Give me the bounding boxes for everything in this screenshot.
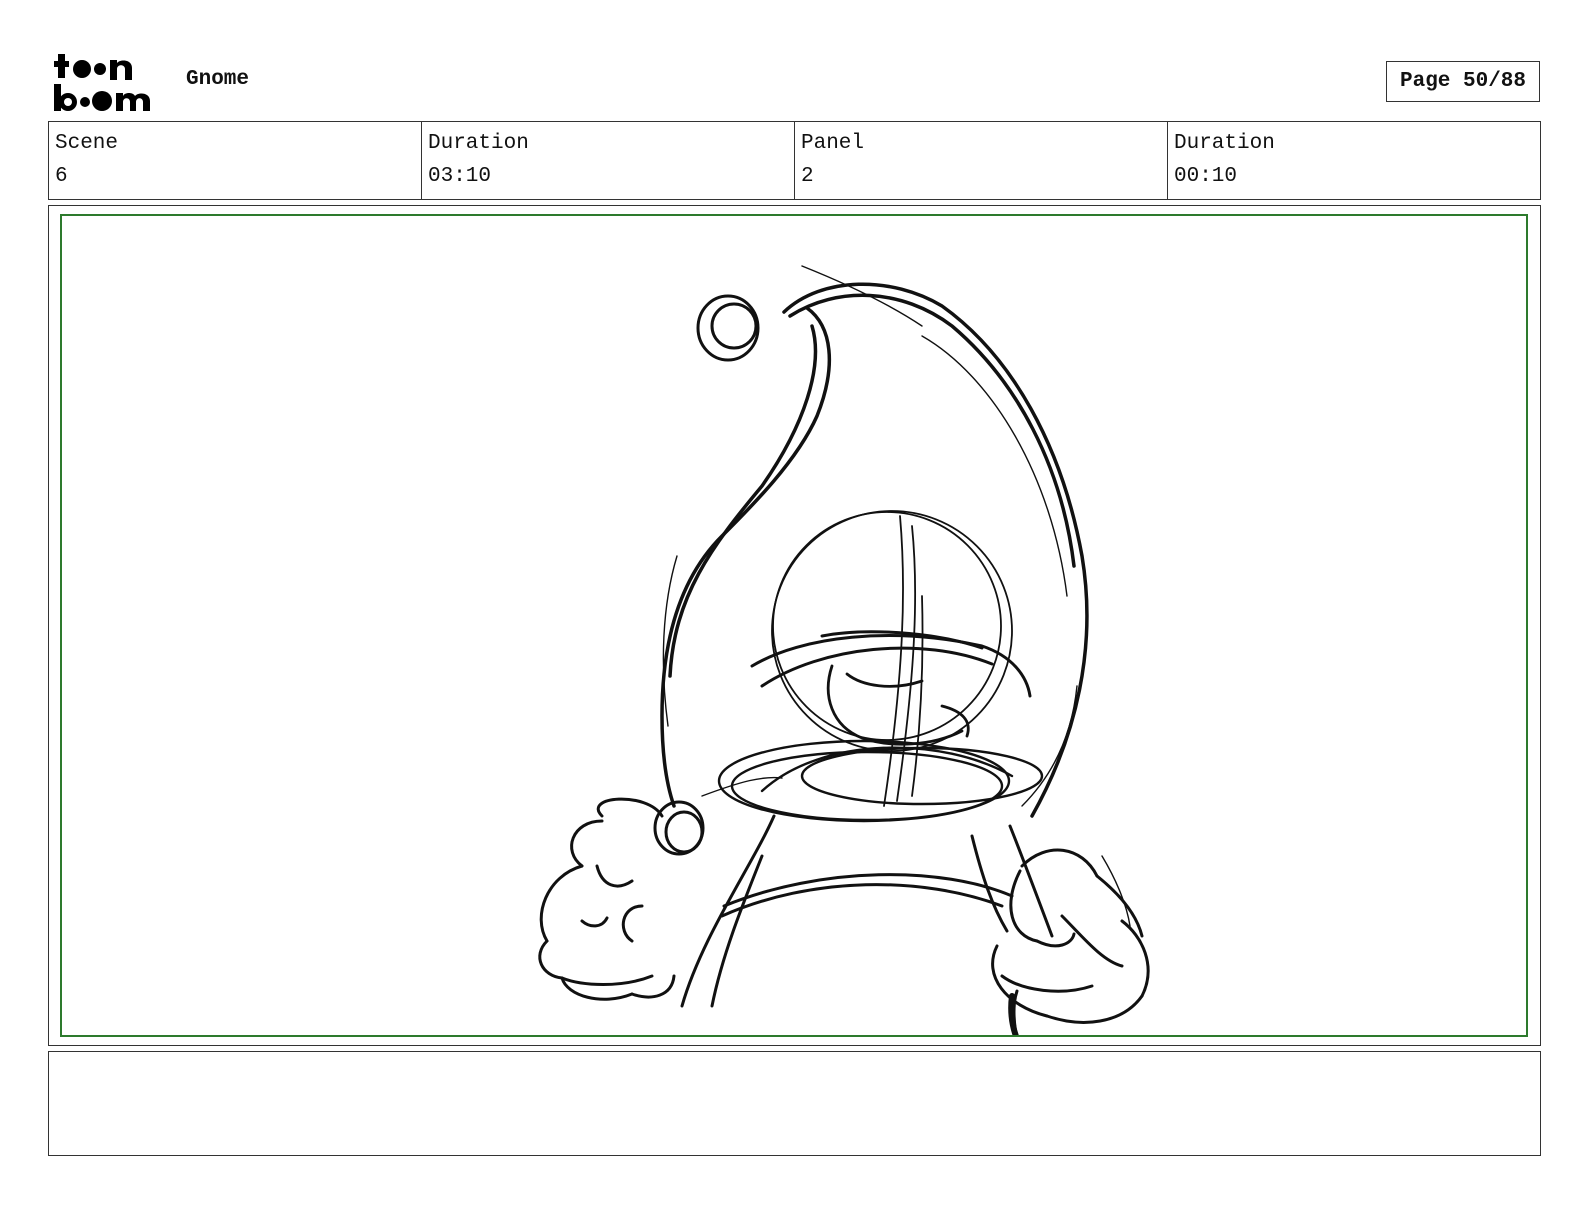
- scene-duration-value: 03:10: [428, 165, 492, 188]
- scene-duration-label: Duration: [428, 132, 529, 155]
- panel-duration-value: 00:10: [1174, 165, 1238, 188]
- gnome-sketch: [538, 265, 1150, 1035]
- panel-duration-cell: Duration 00:10: [1168, 122, 1540, 199]
- panel-cell: Panel 2: [795, 122, 1168, 199]
- project-title: Gnome: [186, 68, 250, 91]
- panel-value: 2: [801, 165, 814, 188]
- panel-frame: [48, 205, 1541, 1046]
- panel-notes-box: [48, 1051, 1541, 1156]
- page-indicator: Page 50/88: [1386, 61, 1540, 102]
- scene-value: 6: [55, 165, 68, 188]
- scene-cell: Scene 6: [49, 122, 422, 199]
- scene-info-table: Scene 6 Duration 03:10 Panel 2 Duration …: [48, 121, 1541, 200]
- scene-label: Scene: [55, 132, 119, 155]
- panel-duration-label: Duration: [1174, 132, 1275, 155]
- scene-duration-cell: Duration 03:10: [422, 122, 795, 199]
- panel-label: Panel: [801, 132, 865, 155]
- toonboom-logo: [54, 54, 150, 111]
- safe-area-frame: [60, 214, 1528, 1037]
